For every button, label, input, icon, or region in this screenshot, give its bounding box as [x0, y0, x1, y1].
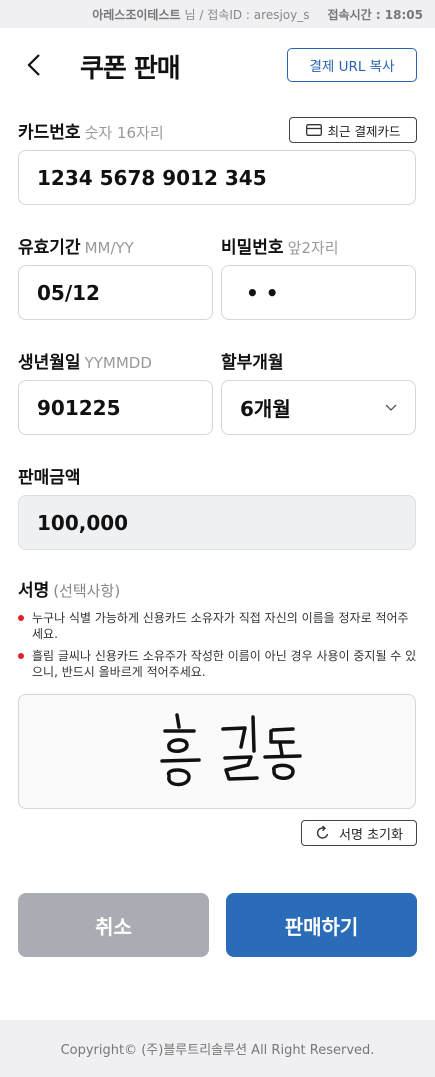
signature-reset-label: 서명 초기화 [339, 827, 403, 843]
birth-label-text: 생년월일 [18, 353, 81, 373]
card-number-input[interactable]: 1234 5678 9012 345 [18, 150, 416, 205]
session-user-id: 님 / 접속ID : aresjoy_s [184, 7, 310, 22]
installment-select[interactable]: 6개월 [221, 380, 416, 435]
bullet-icon [18, 653, 24, 659]
installment-label: 할부개월 [221, 353, 284, 373]
password-hint: 앞2자리 [287, 239, 339, 257]
credit-card-icon [305, 124, 322, 136]
card-number-label-text: 카드번호 [18, 123, 81, 143]
password-input[interactable]: • • [221, 265, 416, 320]
signature-note-text: 흘림 글씨나 신용카드 소유주가 작성한 이름이 아닌 경우 사용이 중지될 수… [32, 649, 417, 679]
amount-field: 100,000 [18, 495, 416, 550]
sell-button[interactable]: 판매하기 [226, 893, 417, 957]
signature-reset-button[interactable]: 서명 초기화 [301, 820, 417, 846]
card-number-label: 카드번호 숫자 16자리 [18, 118, 164, 143]
signature-note: 흘림 글씨나 신용카드 소유주가 작성한 이름이 아닌 경우 사용이 중지될 수… [18, 648, 418, 680]
handwritten-signature [160, 713, 302, 787]
birth-label: 생년월일 YYMMDD [18, 348, 152, 373]
signature-note-text: 누구나 식별 가능하게 신용카드 소유자가 직접 자신의 이름을 정자로 적어주… [32, 611, 409, 641]
signature-hint: (선택사항) [53, 582, 121, 600]
installment-value: 6개월 [240, 397, 291, 421]
chevron-down-icon [385, 404, 397, 411]
bullet-icon [18, 615, 24, 621]
chevron-left-icon [27, 54, 40, 76]
recent-card-label: 최근 결제카드 [327, 123, 401, 139]
birth-hint: YYMMDD [84, 354, 152, 372]
signature-note: 누구나 식별 가능하게 신용카드 소유자가 직접 자신의 이름을 정자로 적어주… [18, 610, 418, 642]
password-label: 비밀번호 앞2자리 [221, 233, 339, 258]
expiry-input[interactable]: 05/12 [18, 265, 213, 320]
password-label-text: 비밀번호 [221, 238, 284, 258]
amount-label: 판매금액 [18, 468, 81, 488]
company-name: 아레스조이테스트 [92, 7, 181, 22]
signature-notes: 누구나 식별 가능하게 신용카드 소유자가 직접 자신의 이름을 정자로 적어주… [18, 610, 418, 686]
page-header: 쿠폰 판매 결제 URL 복사 [0, 40, 435, 92]
back-button[interactable] [20, 50, 50, 80]
copy-payment-url-button[interactable]: 결제 URL 복사 [287, 48, 417, 82]
page-title: 쿠폰 판매 [80, 54, 181, 84]
signature-label: 서명 (선택사항) [18, 576, 120, 601]
expiry-label: 유효기간 MM/YY [18, 233, 134, 258]
expiry-label-text: 유효기간 [18, 238, 81, 258]
expiry-hint: MM/YY [84, 239, 134, 257]
signature-pad[interactable] [18, 694, 416, 809]
birth-input[interactable]: 901225 [18, 380, 213, 435]
signature-label-text: 서명 [18, 581, 50, 601]
session-time: 접속시간 : 18:05 [327, 7, 423, 22]
recent-card-button[interactable]: 최근 결제카드 [289, 117, 417, 143]
footer-copyright: Copyright© (주)블루트리솔루션 All Right Reserved… [0, 1020, 435, 1077]
refresh-icon [316, 825, 329, 839]
cancel-button[interactable]: 취소 [18, 893, 209, 957]
card-number-hint: 숫자 16자리 [84, 124, 164, 142]
session-bar: 아레스조이테스트 님 / 접속ID : aresjoy_s 접속시간 : 18:… [0, 0, 435, 28]
